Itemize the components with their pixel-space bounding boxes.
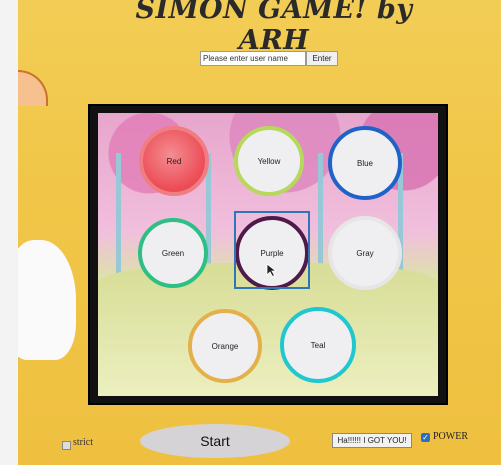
- yellow-pad-label: Yellow: [257, 156, 281, 166]
- enter-button[interactable]: Enter: [306, 51, 338, 66]
- character-body-illustration: [18, 240, 76, 360]
- green-pad-label: Green: [161, 248, 185, 258]
- yellow-pad-button[interactable]: Yellow: [234, 126, 304, 196]
- power-checkbox[interactable]: ✓: [421, 433, 430, 442]
- green-pad-button[interactable]: Green: [138, 218, 208, 288]
- start-button-label: Start: [200, 433, 230, 449]
- blue-pad-label: Blue: [356, 158, 373, 168]
- game-board: Red Yellow Blue Green Purple Gray Orange…: [88, 104, 448, 405]
- checkmark-icon: ✓: [422, 432, 429, 442]
- username-input[interactable]: [200, 51, 306, 66]
- power-label: POWER: [433, 431, 468, 442]
- gray-pad-label: Gray: [356, 248, 374, 258]
- selection-highlight: [234, 211, 310, 289]
- tree-trunk: [116, 153, 121, 283]
- character-hair-illustration: [18, 70, 48, 106]
- strict-checkbox[interactable]: [62, 441, 71, 450]
- mouse-pointer-icon: [266, 263, 278, 277]
- red-pad-label: Red: [166, 156, 182, 166]
- orange-pad-button[interactable]: Orange: [188, 309, 262, 383]
- teal-pad-label: Teal: [310, 340, 326, 350]
- gray-pad-button[interactable]: Gray: [328, 216, 402, 290]
- orange-pad-label: Orange: [211, 341, 239, 351]
- board-background: Red Yellow Blue Green Purple Gray Orange…: [98, 113, 438, 396]
- teal-pad-button[interactable]: Teal: [280, 307, 356, 383]
- strict-label: strict: [73, 437, 93, 448]
- status-display: Ha!!!!!! I GOT YOU!: [332, 433, 412, 448]
- status-text: Ha!!!!!! I GOT YOU!: [337, 436, 407, 445]
- page: SIMON GAME! by ARH Enter Red Yellow Blue…: [18, 0, 501, 465]
- red-pad-button[interactable]: Red: [139, 126, 209, 196]
- page-title: SIMON GAME! by ARH: [135, 0, 413, 56]
- blue-pad-button[interactable]: Blue: [328, 126, 402, 200]
- start-button[interactable]: Start: [140, 424, 290, 458]
